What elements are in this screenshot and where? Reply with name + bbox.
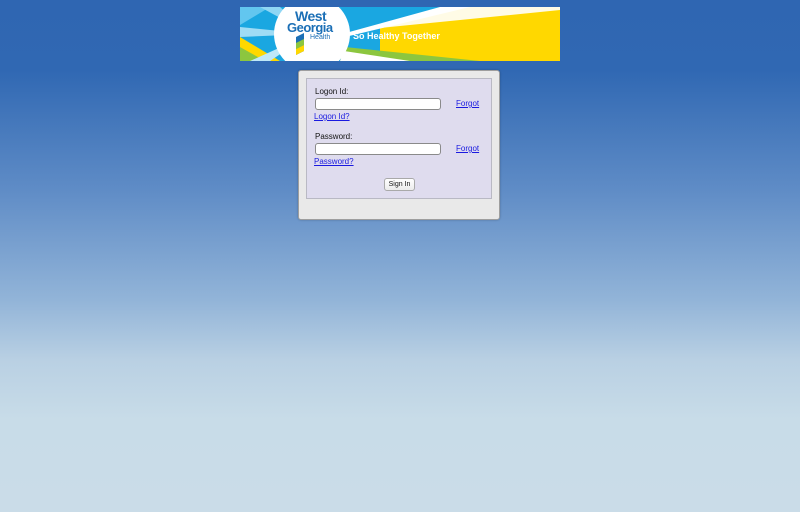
sign-in-button[interactable]: Sign In (384, 178, 415, 191)
logon-id-label: Logon Id: (315, 87, 349, 96)
forgot-password-link[interactable]: Forgot (456, 144, 479, 154)
forgot-logon-id-link[interactable]: Forgot (456, 99, 479, 109)
login-form: Logon Id: Forgot Logon Id? Password: For… (306, 78, 492, 199)
logon-id-input[interactable] (315, 98, 441, 110)
banner-tagline: So Healthy Together (353, 31, 440, 41)
logo-text-health: Health (310, 34, 331, 41)
login-panel: Logon Id: Forgot Logon Id? Password: For… (298, 70, 500, 220)
header-banner: West Georgia Health So Healthy Together (240, 7, 560, 61)
logo-text-georgia: Georgia (287, 20, 333, 35)
password-label: Password: (315, 132, 353, 141)
password-input[interactable] (315, 143, 441, 155)
forgot-password-link-continued[interactable]: Password? (314, 157, 354, 167)
forgot-logon-id-link-continued[interactable]: Logon Id? (314, 112, 350, 122)
